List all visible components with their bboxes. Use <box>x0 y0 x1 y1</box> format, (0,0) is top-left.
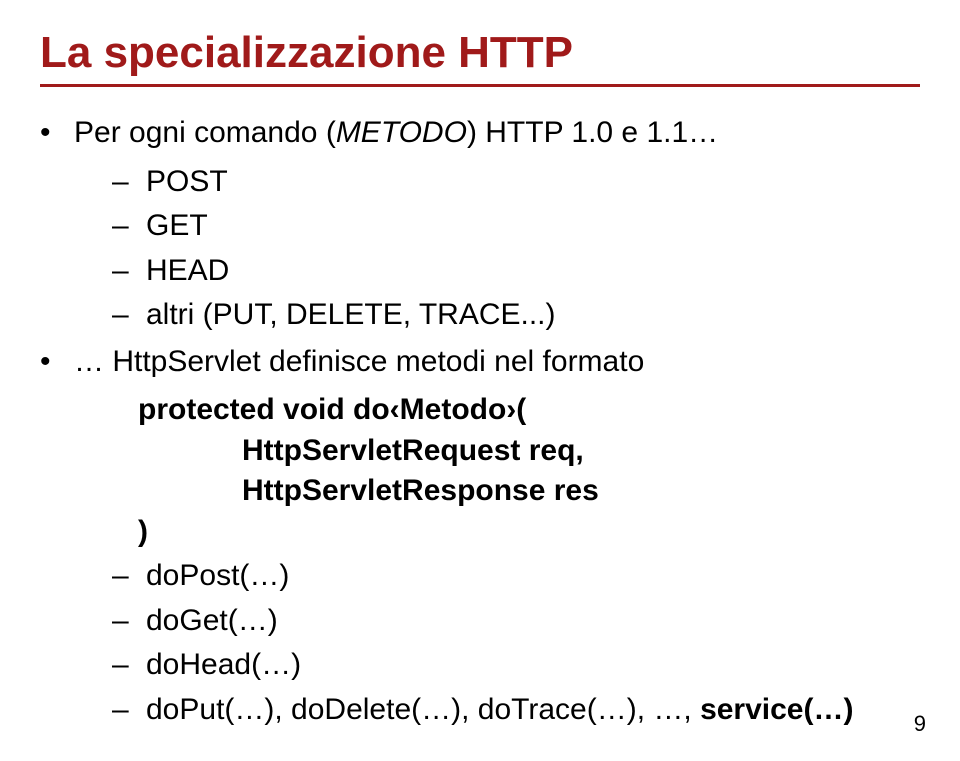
impl-last-pre: doPut(…), doDelete(…), doTrace(…), …, <box>146 693 700 726</box>
bullet-dot-icon <box>40 342 74 383</box>
bullet-2: … HttpServlet definisce metodi nel forma… <box>40 342 920 383</box>
slide-title: La specializzazione HTTP <box>40 28 920 78</box>
dash-icon: – <box>112 645 146 686</box>
list-item: – HEAD <box>112 251 920 292</box>
list-item: – doHead(…) <box>112 645 920 686</box>
list-item: – GET <box>112 206 920 247</box>
dash-icon: – <box>112 690 146 731</box>
impl-last-bold: service(…) <box>700 693 853 726</box>
slide: La specializzazione HTTP Per ogni comand… <box>0 0 960 761</box>
dash-icon: – <box>112 295 146 336</box>
dash-icon: – <box>112 206 146 247</box>
method-label: altri (PUT, DELETE, TRACE...) <box>146 295 556 336</box>
impl-label: doPost(…) <box>146 556 289 597</box>
code-block: protected void do‹Metodo›( HttpServletRe… <box>74 390 920 552</box>
dash-icon: – <box>112 162 146 203</box>
bullet-1-em: METODO <box>336 116 467 149</box>
code-line: protected void do‹Metodo›( <box>138 390 920 431</box>
list-item: – POST <box>112 162 920 203</box>
bullet-2-text: … HttpServlet definisce metodi nel forma… <box>74 342 644 383</box>
dash-icon: – <box>112 556 146 597</box>
method-label: HEAD <box>146 251 229 292</box>
bullet-1-pre: Per ogni comando ( <box>74 116 336 149</box>
impl-label: doHead(…) <box>146 645 301 686</box>
impl-list: – doPost(…) – doGet(…) – doHead(…) – doP… <box>112 556 920 730</box>
code-line: HttpServletRequest req, <box>242 431 920 472</box>
bullet-1: Per ogni comando (METODO) HTTP 1.0 e 1.1… <box>40 113 920 154</box>
code-line: ) <box>138 512 920 553</box>
method-label: POST <box>146 162 228 203</box>
impl-last: doPut(…), doDelete(…), doTrace(…), …, se… <box>146 690 853 731</box>
dash-icon: – <box>112 251 146 292</box>
slide-content: Per ogni comando (METODO) HTTP 1.0 e 1.1… <box>40 113 920 730</box>
list-item: – altri (PUT, DELETE, TRACE...) <box>112 295 920 336</box>
list-item: – doPost(…) <box>112 556 920 597</box>
methods-list: – POST – GET – HEAD – altri (PUT, DELETE… <box>112 162 920 336</box>
code-line: HttpServletResponse res <box>242 471 920 512</box>
page-number: 9 <box>914 711 926 737</box>
bullet-1-post: ) HTTP 1.0 e 1.1… <box>467 116 718 149</box>
title-underline <box>40 84 920 87</box>
dash-icon: – <box>112 601 146 642</box>
method-label: GET <box>146 206 208 247</box>
impl-label: doGet(…) <box>146 601 278 642</box>
list-item: – doPut(…), doDelete(…), doTrace(…), …, … <box>112 690 920 731</box>
bullet-dot-icon <box>40 113 74 154</box>
bullet-1-text: Per ogni comando (METODO) HTTP 1.0 e 1.1… <box>74 113 718 154</box>
list-item: – doGet(…) <box>112 601 920 642</box>
